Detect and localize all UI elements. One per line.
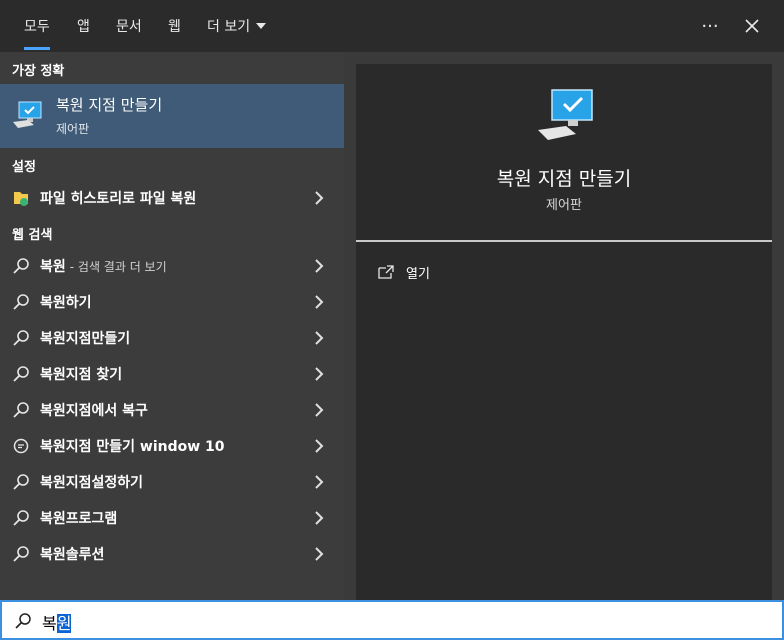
settings-item-label: 파일 히스토리로 파일 복원 [40,191,197,207]
tab-all-label: 모두 [24,19,50,35]
chevron-right-icon [315,331,324,345]
more-options-button[interactable]: ··· [694,10,726,42]
preview-divider [356,240,772,242]
web-result-label: 복원프로그램 [40,511,118,527]
web-result-label: 복원지점만들기 [40,331,131,347]
tab-documents[interactable]: 문서 [116,0,142,52]
chevron-right-icon [315,295,324,309]
search-icon [13,510,29,526]
web-result-item[interactable]: 복원지점만들기 [0,320,344,356]
chevron-down-icon [256,23,267,29]
preview-subtitle: 제어판 [546,198,582,213]
chevron-right-icon [315,367,324,381]
tab-all[interactable]: 모두 [24,0,50,52]
search-icon [13,546,29,562]
control-panel-pc-icon [13,101,42,128]
preview-title: 복원 지점 만들기 [496,168,632,190]
tab-more[interactable]: 더 보기 [207,0,267,52]
chevron-right-icon [315,439,324,453]
open-external-icon [378,265,394,279]
search-icon [13,294,29,310]
tab-apps[interactable]: 앱 [77,0,90,52]
search-tab-bar: 모두 앱 문서 웹 더 보기 ··· [0,0,784,52]
web-result-label: 복원지점 찾기 [40,367,123,383]
search-icon [13,366,29,382]
more-icon: ··· [701,15,719,37]
web-result-label: 복원하기 [40,295,92,311]
search-icon [13,258,29,274]
chevron-right-icon [315,511,324,525]
web-result-item[interactable]: 복원지점에서 복구 [0,392,344,428]
web-result-query: 복원 [40,259,66,275]
web-result-label: 복원지점에서 복구 [40,403,148,419]
web-result-item[interactable]: 복원하기 [0,284,344,320]
open-action-label: 열기 [406,266,430,282]
settings-item-file-history[interactable]: 파일 히스토리로 파일 복원 [0,180,344,216]
best-match-title: 복원 지점 만들기 [56,96,163,114]
web-search-header: 웹 검색 [12,227,53,243]
search-box[interactable]: 복원 [0,600,784,640]
web-result-item[interactable]: 복원솔루션 [0,536,344,572]
chevron-right-icon [315,259,324,273]
web-result-label: 복원 - 검색 결과 더 보기 [40,256,167,276]
chevron-right-icon [315,547,324,561]
web-result-item[interactable]: 복원지점 만들기 window 10 [0,428,344,464]
search-icon [15,613,31,629]
file-history-icon [14,192,28,206]
results-list: 가장 정확 복원 지점 만들기 제어판 설정 파일 히스토리로 파일 복원 웹 … [0,52,344,600]
close-icon [745,19,759,33]
search-icon [13,330,29,346]
tab-documents-label: 문서 [116,19,142,35]
chevron-right-icon [315,475,324,489]
best-match-subtitle: 제어판 [56,122,90,136]
web-result-label: 복원지점 만들기 window 10 [40,439,225,455]
web-result-suffix: - 검색 결과 더 보기 [69,260,167,274]
chevron-right-icon [315,403,324,417]
web-result-item[interactable]: 복원 - 검색 결과 더 보기 [0,248,344,284]
control-panel-pc-icon [538,89,593,140]
best-match-header: 가장 정확 [12,63,65,79]
search-icon [13,474,29,490]
tab-more-label: 더 보기 [207,19,251,35]
search-input[interactable]: 복원 [42,610,72,634]
best-match-item[interactable]: 복원 지점 만들기 제어판 [0,84,344,148]
web-result-item[interactable]: 복원지점 찾기 [0,356,344,392]
search-selected-text: 원 [56,614,72,633]
search-typed-text: 복 [42,614,57,633]
tab-web-label: 웹 [168,19,181,35]
close-button[interactable] [736,10,768,42]
settings-header: 설정 [12,159,36,175]
web-result-label: 복원지점설정하기 [40,475,144,491]
web-result-label: 복원솔루션 [40,547,105,563]
web-result-item[interactable]: 복원지점설정하기 [0,464,344,500]
tab-apps-label: 앱 [77,19,90,35]
tab-web[interactable]: 웹 [168,0,181,52]
preview-pane: 복원 지점 만들기 제어판 열기 [356,64,772,600]
chevron-right-icon [315,191,324,205]
search-icon [13,402,29,418]
web-result-item[interactable]: 복원프로그램 [0,500,344,536]
open-action[interactable]: 열기 [378,260,430,284]
chat-bubble-icon [13,438,29,454]
